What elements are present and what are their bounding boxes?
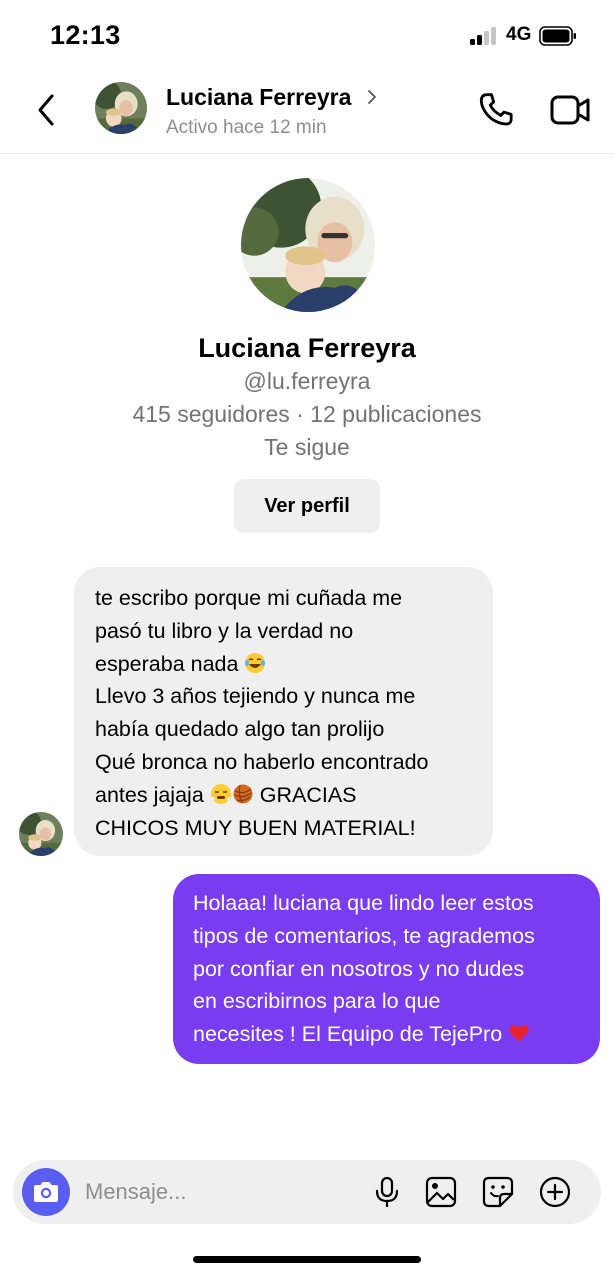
camera-button[interactable] xyxy=(22,1168,70,1216)
battery-icon xyxy=(539,26,576,46)
steam-face-emoji xyxy=(209,783,232,804)
message-composer xyxy=(13,1160,601,1224)
message-line: había quedado algo tan prolijo xyxy=(95,717,385,742)
laughing-tears-emoji xyxy=(245,652,266,673)
incoming-message[interactable]: te escribo porque mi cuñada me pasó tu l… xyxy=(74,567,493,856)
red-heart-emoji xyxy=(509,1025,529,1042)
message-line-text: antes jajaja xyxy=(95,782,204,807)
message-line-text: GRACIAS xyxy=(259,782,357,807)
chat-header: Luciana Ferreyra Activo hace 12 min xyxy=(0,72,614,154)
view-profile-button[interactable]: Ver perfil xyxy=(234,479,380,533)
status-bar: 12:13 4G xyxy=(0,0,614,72)
video-camera-icon[interactable] xyxy=(549,92,591,128)
contact-name[interactable]: Luciana Ferreyra xyxy=(166,84,351,111)
profile-name: Luciana Ferreyra xyxy=(198,333,416,363)
outgoing-message[interactable]: Holaaa! luciana que lindo leer estos tip… xyxy=(173,874,600,1064)
network-type: 4G xyxy=(506,24,532,45)
profile-photo[interactable] xyxy=(241,178,375,312)
yarn-ball-emoji xyxy=(233,784,253,804)
back-chevron-icon[interactable] xyxy=(30,90,62,130)
message-line: Holaaa! luciana que lindo leer estos xyxy=(193,891,534,915)
message-line: en escribirnos para lo que xyxy=(193,989,441,1014)
message-line: por confiar en nosotros y no dudes xyxy=(193,956,525,981)
message-line-text: esperaba nada xyxy=(95,651,239,676)
sender-avatar[interactable] xyxy=(19,812,63,856)
message-line: Qué bronca no haberlo encontrado xyxy=(95,749,429,774)
sticker-icon[interactable] xyxy=(480,1174,516,1210)
signal-icon xyxy=(470,27,500,45)
gallery-icon[interactable] xyxy=(423,1174,459,1210)
avatar[interactable] xyxy=(95,82,147,134)
phone-icon[interactable] xyxy=(476,90,516,130)
message-input[interactable] xyxy=(85,1172,355,1212)
message-line: antes jajaja GRACIAS xyxy=(95,779,473,812)
message-line: Llevo 3 años tejiendo y nunca me xyxy=(95,684,416,709)
message-line: esperaba nada xyxy=(95,648,473,681)
chevron-right-icon[interactable] xyxy=(366,88,378,106)
home-indicator[interactable] xyxy=(193,1256,421,1263)
camera-icon xyxy=(34,1182,58,1202)
add-icon[interactable] xyxy=(537,1174,573,1210)
message-line-text: necesites ! El Equipo de TejePro xyxy=(193,1022,503,1047)
message-line: tipos de comentarios, te agrademos xyxy=(193,923,535,948)
microphone-icon[interactable] xyxy=(369,1174,405,1210)
message-line: te escribo porque mi cuñada me xyxy=(95,586,403,610)
profile-handle: @lu.ferreyra xyxy=(243,368,371,394)
follows-you-label: Te sigue xyxy=(264,434,350,460)
message-line: CHICOS MUY BUEN MATERIAL! xyxy=(95,815,416,840)
active-status: Activo hace 12 min xyxy=(166,117,327,138)
profile-stats: 415 seguidores · 12 publicaciones xyxy=(132,401,482,427)
status-time: 12:13 xyxy=(50,20,121,50)
message-line: necesites ! El Equipo de TejePro xyxy=(193,1018,582,1051)
message-line: pasó tu libro y la verdad no xyxy=(95,618,354,643)
